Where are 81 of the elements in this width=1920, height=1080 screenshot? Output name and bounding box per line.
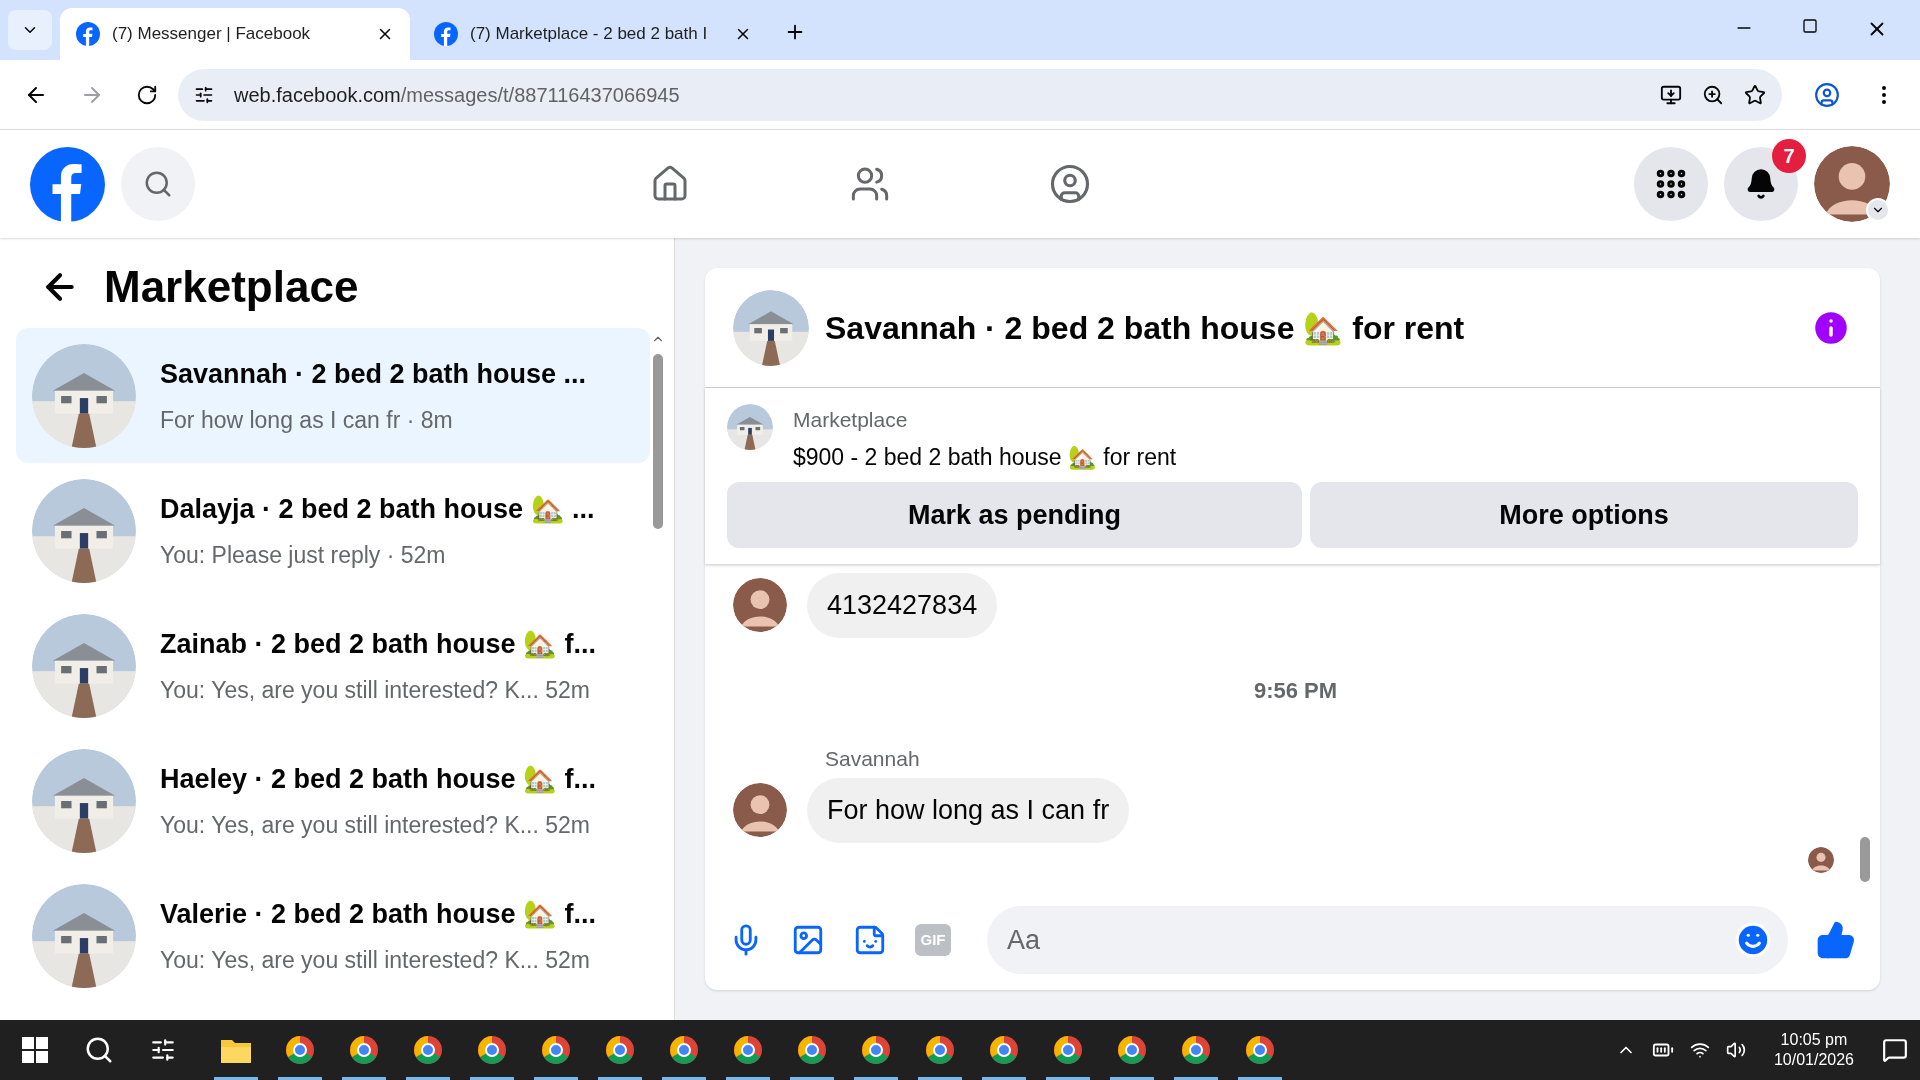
facebook-logo-icon[interactable]: [30, 146, 105, 222]
facebook-logo-icon: [434, 22, 458, 46]
scrollbar-thumb[interactable]: [653, 354, 663, 529]
conversation-preview: For how long as I can fr · 8m: [160, 405, 454, 435]
folder-icon[interactable]: [221, 1037, 251, 1063]
reload-icon[interactable]: [136, 83, 158, 106]
conversation-preview: You: Yes, are you still interested? K... 52m: [160, 810, 592, 840]
conversation-title: Haeley · 2 bed 2 bath house 🏡 f...: [160, 763, 597, 796]
browser-tab[interactable]: (7) Messenger | Facebook: [60, 8, 410, 60]
sender-avatar: [733, 578, 787, 633]
conversation-title: Dalayja · 2 bed 2 bath house 🏡 ...: [160, 493, 595, 526]
profile-icon[interactable]: [1814, 81, 1840, 108]
bell-icon: [1745, 168, 1777, 200]
chat-title: Savannah · 2 bed 2 bath house 🏡 for rent: [825, 308, 1466, 348]
conversation-item[interactable]: Valerie · 2 bed 2 bath house 🏡 f... You: Yes, are you still interested? K... 52m: [16, 868, 650, 1003]
address-bar[interactable]: web.facebook.com/messages/t/887116437066945: [178, 68, 1782, 121]
browser-icon[interactable]: [1117, 1035, 1147, 1065]
tab-title: (7) Marketplace - 2 bed 2 bath I: [470, 23, 709, 46]
scrollbar-thumb[interactable]: [1860, 837, 1870, 882]
conversation-title: Valerie · 2 bed 2 bath house 🏡 f...: [160, 898, 597, 931]
user-circle-icon: [1048, 163, 1091, 205]
install-icon[interactable]: [1660, 83, 1682, 106]
tab-title: (7) Messenger | Facebook: [112, 23, 312, 46]
browser-icon[interactable]: [1053, 1035, 1083, 1065]
like-icon[interactable]: [1816, 920, 1856, 960]
browser-icon[interactable]: [477, 1035, 507, 1065]
read-receipt-avatar: [1808, 846, 1834, 873]
sticker-icon[interactable]: [853, 923, 887, 957]
browser-icon[interactable]: [1245, 1035, 1275, 1065]
listing-action-button[interactable]: Mark as pending: [727, 482, 1302, 548]
bookmark-icon[interactable]: [1744, 83, 1766, 106]
image-icon[interactable]: [791, 923, 825, 957]
message-time: 9:56 PM: [1253, 676, 1338, 705]
conversation-item[interactable]: Haeley · 2 bed 2 bath house 🏡 f... You: Yes, are you still interested? K... 52m: [16, 733, 650, 868]
facebook-logo-icon: [76, 22, 100, 46]
browser-icon[interactable]: [861, 1035, 891, 1065]
chevron-down-icon[interactable]: [1866, 198, 1890, 222]
volume-icon[interactable]: [1725, 1040, 1746, 1060]
listing-action-button[interactable]: More options: [1310, 482, 1858, 548]
sidebar-title: Marketplace: [104, 261, 359, 313]
browser-tab[interactable]: (7) Marketplace - 2 bed 2 bath I: [418, 8, 768, 60]
message-input[interactable]: Aa: [987, 906, 1788, 974]
message-bubble: For how long as I can fr: [807, 778, 1130, 843]
search-icon[interactable]: [84, 1035, 114, 1065]
site-settings-icon[interactable]: [194, 84, 214, 105]
browser-icon[interactable]: [1181, 1035, 1211, 1065]
listing-photo: [727, 404, 773, 450]
browser-icon[interactable]: [925, 1035, 955, 1065]
browser-icon[interactable]: [349, 1035, 379, 1065]
conversation-title: Zainab · 2 bed 2 bath house 🏡 f...: [160, 628, 597, 661]
conversation-item[interactable]: Zainab · 2 bed 2 bath house 🏡 f... You: Yes, are you still interested? K... 52m: [16, 598, 650, 733]
browser-icon[interactable]: [669, 1035, 699, 1065]
browser-icon[interactable]: [989, 1035, 1019, 1065]
sender-name: Savannah: [825, 745, 921, 772]
clock-time: 10:05 pm: [1780, 1030, 1848, 1050]
zoom-icon[interactable]: [1702, 83, 1724, 106]
browser-icon[interactable]: [733, 1035, 763, 1065]
browser-icon[interactable]: [413, 1035, 443, 1065]
emoji-icon[interactable]: [1734, 921, 1772, 959]
clock-date: 10/01/2026: [1773, 1050, 1854, 1070]
conversation-item[interactable]: Savannah · 2 bed 2 bath house ... For how long as I can fr · 8m: [16, 328, 650, 463]
browser-icon[interactable]: [285, 1035, 315, 1065]
conversation-title: Savannah · 2 bed 2 bath house ...: [160, 358, 587, 391]
notification-badge: 7: [1772, 139, 1806, 173]
windows-start-icon[interactable]: [22, 1037, 48, 1063]
listing-name: $900 - 2 bed 2 bath house 🏡 for rent: [793, 442, 1177, 472]
wifi-icon[interactable]: [1689, 1040, 1710, 1060]
search-icon: [143, 169, 173, 199]
message-bubble: 4132427834: [807, 573, 998, 638]
browser-icon[interactable]: [797, 1035, 827, 1065]
restore-icon[interactable]: [1802, 18, 1818, 34]
browser-icon[interactable]: [605, 1035, 635, 1065]
conversation-item[interactable]: Dalayja · 2 bed 2 bath house 🏡 ... You: Please just reply · 52m: [16, 463, 650, 598]
conversation-preview: You: Please just reply · 52m: [160, 540, 447, 570]
listing-label: Marketplace: [793, 407, 909, 433]
conversation-preview: You: Yes, are you still interested? K... 52m: [160, 945, 592, 975]
url-text: web.facebook.com/messages/t/887116437066945: [234, 82, 680, 108]
sender-avatar: [733, 783, 787, 838]
conversation-preview: You: Yes, are you still interested? K... 52m: [160, 675, 592, 705]
browser-icon[interactable]: [541, 1035, 571, 1065]
notifications-icon[interactable]: [1882, 1037, 1908, 1063]
